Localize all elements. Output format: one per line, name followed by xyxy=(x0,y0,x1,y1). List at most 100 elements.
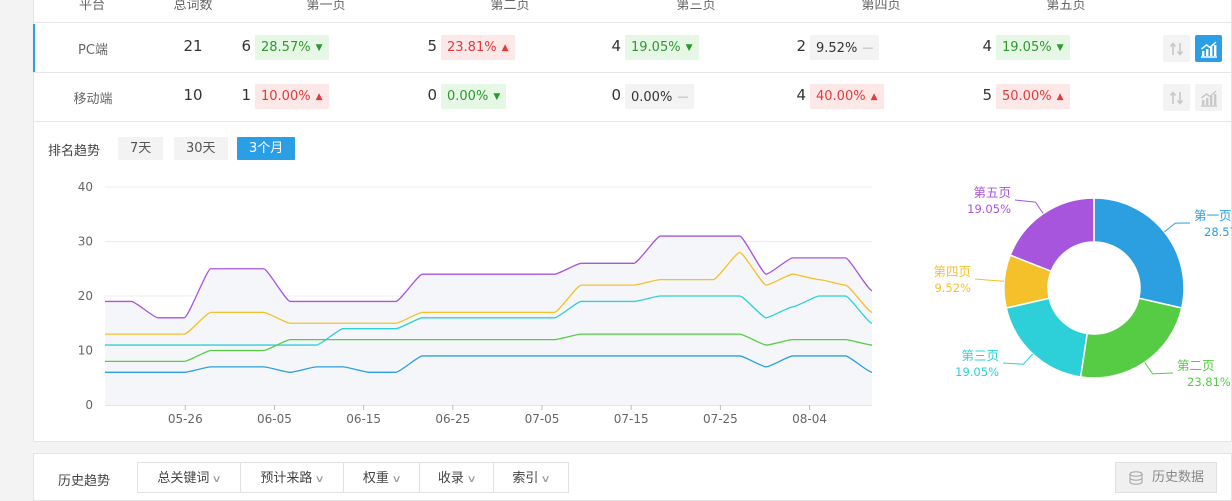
trend-chart-button[interactable] xyxy=(1195,35,1222,62)
chevron-down-icon: ∨ xyxy=(540,474,552,485)
y-tick-label: 30 xyxy=(78,235,93,249)
y-tick-label: 10 xyxy=(78,344,93,358)
pie-slice xyxy=(1079,297,1183,379)
header-total: 总词数 xyxy=(173,0,213,13)
pie-slice xyxy=(1005,297,1089,378)
down-arrow-icon: ▼ xyxy=(315,43,323,53)
label-leader xyxy=(1144,362,1174,375)
y-tick-label: 40 xyxy=(78,180,93,194)
pie-pct-label: 23.81% xyxy=(1187,375,1231,389)
x-tick-label: 06-05 xyxy=(257,412,292,426)
pie-slice xyxy=(1009,197,1095,273)
x-tick-label: 08-04 xyxy=(792,412,827,426)
header-page3: 第三页 xyxy=(676,0,716,13)
down-arrow-icon: ▼ xyxy=(493,92,501,102)
x-tick-label: 06-15 xyxy=(346,412,381,426)
header-platform: 平台 xyxy=(78,0,106,13)
header-page4: 第四页 xyxy=(861,0,901,13)
page-count: 4 xyxy=(611,37,621,55)
page-pct-badge: 0.00% ▼ xyxy=(441,84,507,109)
table-row-pc: PC端 21 6 28.57% ▼ 5 23.81% ▲ 4 19.05% ▼ 2 9… xyxy=(33,24,1231,73)
platform-label: PC端 xyxy=(78,43,108,58)
total-count: 10 xyxy=(183,86,203,104)
range-30d-button[interactable]: 30天 xyxy=(174,137,228,160)
database-icon xyxy=(1129,471,1143,485)
flat-dash-icon: — xyxy=(677,90,689,103)
tab-total-keywords[interactable]: 总关键词 ∨ xyxy=(137,462,241,493)
pie-label: 第一页 xyxy=(1194,208,1232,223)
range-7d-button[interactable]: 7天 xyxy=(118,137,164,160)
pie-pct-label: 19.05% xyxy=(967,202,1011,216)
trend-title: 排名趋势 xyxy=(48,144,101,159)
chart-icon xyxy=(1200,89,1217,107)
platform-label: 移动端 xyxy=(73,92,113,107)
label-leader xyxy=(1164,222,1191,233)
pie-label: 第五页 xyxy=(973,185,1011,200)
x-tick-label: 05-26 xyxy=(168,412,203,426)
sort-button[interactable] xyxy=(1163,35,1190,62)
page-count: 5 xyxy=(427,37,437,55)
pie-chart: 第一页 28.57% 第二页 23.81% 第三页 19.05% 第四页 9.52% 第五页 19… xyxy=(933,185,1232,389)
page-pct-badge: 0.00% — xyxy=(625,84,695,109)
history-title: 历史趋势 xyxy=(58,474,111,489)
up-arrow-icon: ▲ xyxy=(501,43,509,53)
tab-weight[interactable]: 权重 ∨ xyxy=(344,462,420,493)
history-data-button[interactable]: 历史数据 xyxy=(1115,462,1217,493)
sort-arrows-icon xyxy=(1169,90,1183,105)
sort-button[interactable] xyxy=(1163,84,1190,111)
tab-index[interactable]: 索引 ∨ xyxy=(494,462,569,493)
x-tick-label: 06-25 xyxy=(435,412,470,426)
label-leader xyxy=(974,278,1005,282)
y-tick-label: 0 xyxy=(85,398,93,412)
page-pct-badge: 40.00% ▲ xyxy=(810,84,884,109)
chevron-down-icon: ∨ xyxy=(314,474,326,485)
chart-icon xyxy=(1200,40,1217,58)
page-count: 2 xyxy=(796,37,806,55)
page-count: 4 xyxy=(982,37,992,55)
page-count: 1 xyxy=(241,86,251,104)
trend-chart-button[interactable] xyxy=(1195,84,1222,111)
table-row-mobile: 移动端 10 1 10.00% ▲ 0 0.00% ▼ 0 0.00% — 4 40.… xyxy=(34,73,1231,122)
page-pct-badge: 10.00% ▲ xyxy=(255,84,329,109)
page-count: 5 xyxy=(982,86,992,104)
sort-arrows-icon xyxy=(1169,41,1183,56)
page-count: 0 xyxy=(427,86,437,104)
page-pct-badge: 9.52% — xyxy=(810,35,880,60)
header-page1: 第一页 xyxy=(306,0,346,13)
x-tick-label: 07-15 xyxy=(614,412,649,426)
y-tick-label: 20 xyxy=(78,289,93,303)
header-page5: 第五页 xyxy=(1046,0,1086,13)
page-pct-badge: 23.81% ▲ xyxy=(441,35,515,60)
pie-pct-label: 9.52% xyxy=(934,281,971,295)
line-chart: 0 10 20 30 40 05-26 06-05 06-15 06-25 07-05 07-15 0… xyxy=(78,180,873,426)
pie-label: 第四页 xyxy=(933,264,971,279)
page-pct-badge: 19.05% ▼ xyxy=(625,35,699,60)
page-pct-badge: 28.57% ▼ xyxy=(255,35,329,60)
label-leader xyxy=(1002,353,1034,365)
header-page2: 第二页 xyxy=(490,0,530,13)
pie-label: 第三页 xyxy=(961,348,999,363)
page-count: 6 xyxy=(241,37,251,55)
pie-slice xyxy=(1093,197,1185,309)
total-count: 21 xyxy=(183,37,203,55)
page-pct-badge: 50.00% ▲ xyxy=(996,84,1070,109)
tab-estimated-traffic[interactable]: 预计来路 ∨ xyxy=(241,462,344,493)
chevron-down-icon: ∨ xyxy=(211,474,223,485)
up-arrow-icon: ▲ xyxy=(1056,92,1064,102)
down-arrow-icon: ▼ xyxy=(1056,43,1064,53)
label-leader xyxy=(1014,199,1044,214)
down-arrow-icon: ▼ xyxy=(685,43,693,53)
range-3m-button[interactable]: 3个月 xyxy=(237,137,296,160)
pie-pct-label: 19.05% xyxy=(955,365,999,379)
ranking-panel: 平台 总词数 第一页 第二页 第三页 第四页 第五页 PC端 21 6 28.5… xyxy=(33,0,1232,442)
up-arrow-icon: ▲ xyxy=(315,92,323,102)
chevron-down-icon: ∨ xyxy=(391,474,402,485)
page-count: 0 xyxy=(611,86,621,104)
pie-pct-label: 28.57% xyxy=(1204,225,1232,239)
tab-indexed[interactable]: 收录 ∨ xyxy=(420,462,494,493)
history-bar: 历史趋势 总关键词 ∨ 预计来路 ∨ 权重 ∨ 收录 ∨ 索引 ∨ 历史数据 xyxy=(33,453,1232,501)
page-pct-badge: 19.05% ▼ xyxy=(996,35,1070,60)
table-header: 平台 总词数 第一页 第二页 第三页 第四页 第五页 xyxy=(34,0,1231,23)
chevron-down-icon: ∨ xyxy=(466,474,477,485)
pie-label: 第二页 xyxy=(1177,358,1215,373)
